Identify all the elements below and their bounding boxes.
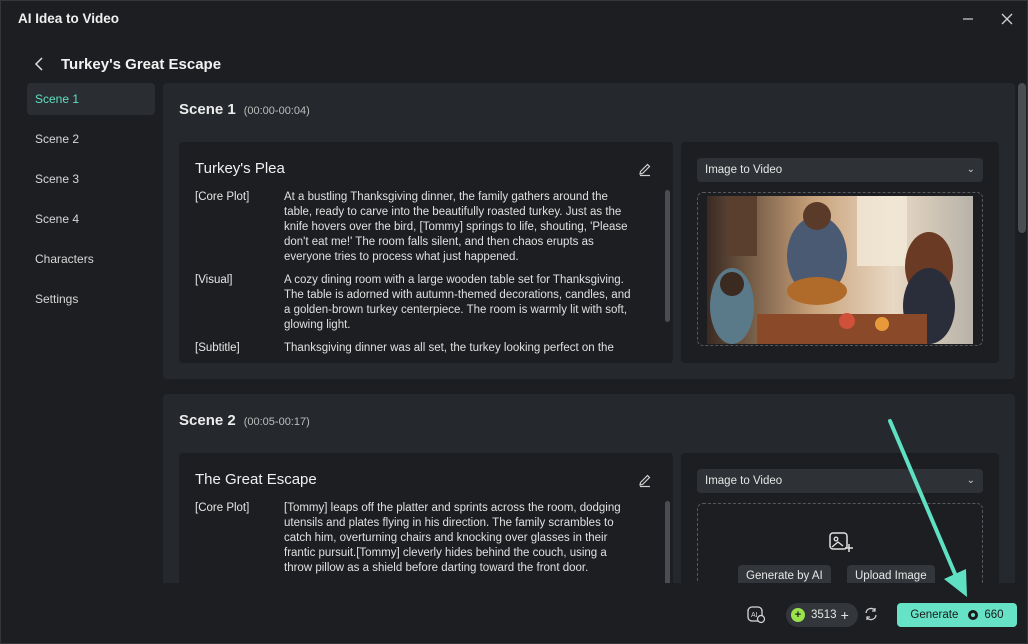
script-rows[interactable]: [Core Plot] At a bustling Thanksgiving d… [195, 190, 635, 356]
image-dropzone[interactable] [697, 192, 983, 346]
scene-header: Scene 2 (00:05-00:17) [179, 412, 310, 429]
generate-cost: 660 [984, 609, 1004, 621]
refresh-icon[interactable] [863, 606, 879, 622]
app-window: AI Idea to Video Turkey's Great Escape S… [0, 0, 1028, 644]
ai-assistant-icon[interactable]: AI [746, 604, 766, 624]
add-image-icon [829, 532, 853, 552]
scene-script-card: The Great Escape [Core Plot] [Tommy] lea… [179, 453, 673, 583]
script-row: [Visual] A cozy dining room with a large… [195, 273, 635, 333]
scene-name: Scene 2 [179, 412, 236, 429]
scene-image [707, 196, 973, 344]
card-title: Turkey's Plea [195, 160, 285, 177]
credits-count: 3513 [811, 609, 837, 621]
scene-script-card: Turkey's Plea [Core Plot] At a bustling … [179, 142, 673, 363]
scene-media-panel: Image to Video ⌄ Generate by AI Upload I… [681, 453, 999, 583]
row-text: A cozy dining room with a large wooden t… [284, 274, 631, 331]
credits-balance[interactable]: + 3513 + [786, 603, 858, 627]
sidebar-item-scene-1[interactable]: Scene 1 [27, 83, 155, 115]
page-title: Turkey's Great Escape [61, 56, 222, 73]
script-rows[interactable]: [Core Plot] [Tommy] leaps off the platte… [195, 501, 635, 583]
chevron-down-icon: ⌄ [966, 164, 975, 175]
edit-pencil-icon[interactable] [637, 472, 653, 488]
sidebar-item-scene-3[interactable]: Scene 3 [27, 163, 155, 195]
back-button[interactable] [29, 54, 49, 74]
row-text: Thanksgiving dinner was all set, the tur… [284, 342, 614, 354]
edit-pencil-icon[interactable] [637, 161, 653, 177]
scene-list: Scene 1 (00:00-00:04) Turkey's Plea [Cor… [163, 83, 1015, 583]
scene-panel: Scene 1 (00:00-00:04) Turkey's Plea [Cor… [163, 83, 1015, 379]
minimize-icon [963, 18, 973, 20]
credit-coin-icon: + [791, 608, 805, 622]
row-label: [Subtitle] [195, 342, 240, 354]
row-label: [Visual] [195, 274, 233, 286]
script-row: [Core Plot] [Tommy] leaps off the platte… [195, 501, 635, 576]
card-title: The Great Escape [195, 471, 317, 488]
generate-button[interactable]: Generate 660 [897, 603, 1017, 627]
close-icon [1001, 13, 1013, 25]
mode-select[interactable]: Image to Video ⌄ [697, 469, 983, 493]
image-dropzone[interactable]: Generate by AI Upload Image [697, 503, 983, 583]
card-scrollbar[interactable] [665, 501, 670, 583]
generate-label: Generate [910, 609, 959, 621]
row-text: At a bustling Thanksgiving dinner, the f… [284, 191, 628, 263]
mode-select[interactable]: Image to Video ⌄ [697, 158, 983, 182]
mode-select-value: Image to Video [705, 475, 783, 487]
back-chevron-icon [34, 57, 43, 71]
mode-select-value: Image to Video [705, 164, 783, 176]
minimize-button[interactable] [958, 9, 978, 29]
script-row: [Subtitle] Thanksgiving dinner was all s… [195, 341, 635, 356]
sidebar-item-scene-2[interactable]: Scene 2 [27, 123, 155, 155]
row-label: [Core Plot] [195, 191, 250, 203]
sidebar-item-settings[interactable]: Settings [27, 283, 155, 315]
sidebar-item-characters[interactable]: Characters [27, 243, 155, 275]
upload-image-button[interactable]: Upload Image [847, 565, 935, 583]
add-credits-icon[interactable]: + [841, 607, 849, 623]
scene-header: Scene 1 (00:00-00:04) [179, 101, 310, 118]
title-bar: AI Idea to Video [1, 1, 1027, 37]
script-row: [Core Plot] At a bustling Thanksgiving d… [195, 190, 635, 265]
scene-time: (00:05-00:17) [243, 416, 310, 428]
content-scrollbar[interactable] [1018, 83, 1026, 233]
svg-text:AI: AI [751, 612, 758, 619]
sidebar-item-scene-4[interactable]: Scene 4 [27, 203, 155, 235]
scene-name: Scene 1 [179, 101, 236, 118]
scene-panel: Scene 2 (00:05-00:17) The Great Escape [… [163, 394, 1015, 583]
card-scrollbar[interactable] [665, 190, 670, 322]
credit-coin-icon [968, 610, 979, 620]
chevron-down-icon: ⌄ [966, 475, 975, 486]
app-title: AI Idea to Video [18, 11, 120, 26]
row-text: [Tommy] leaps off the platter and sprint… [284, 502, 621, 574]
scene-sidebar: Scene 1 Scene 2 Scene 3 Scene 4 Characte… [27, 83, 155, 323]
scene-time: (00:00-00:04) [243, 105, 310, 117]
scene-media-panel: Image to Video ⌄ [681, 142, 999, 363]
row-label: [Core Plot] [195, 502, 250, 514]
close-button[interactable] [997, 9, 1017, 29]
generate-by-ai-button[interactable]: Generate by AI [738, 565, 831, 583]
